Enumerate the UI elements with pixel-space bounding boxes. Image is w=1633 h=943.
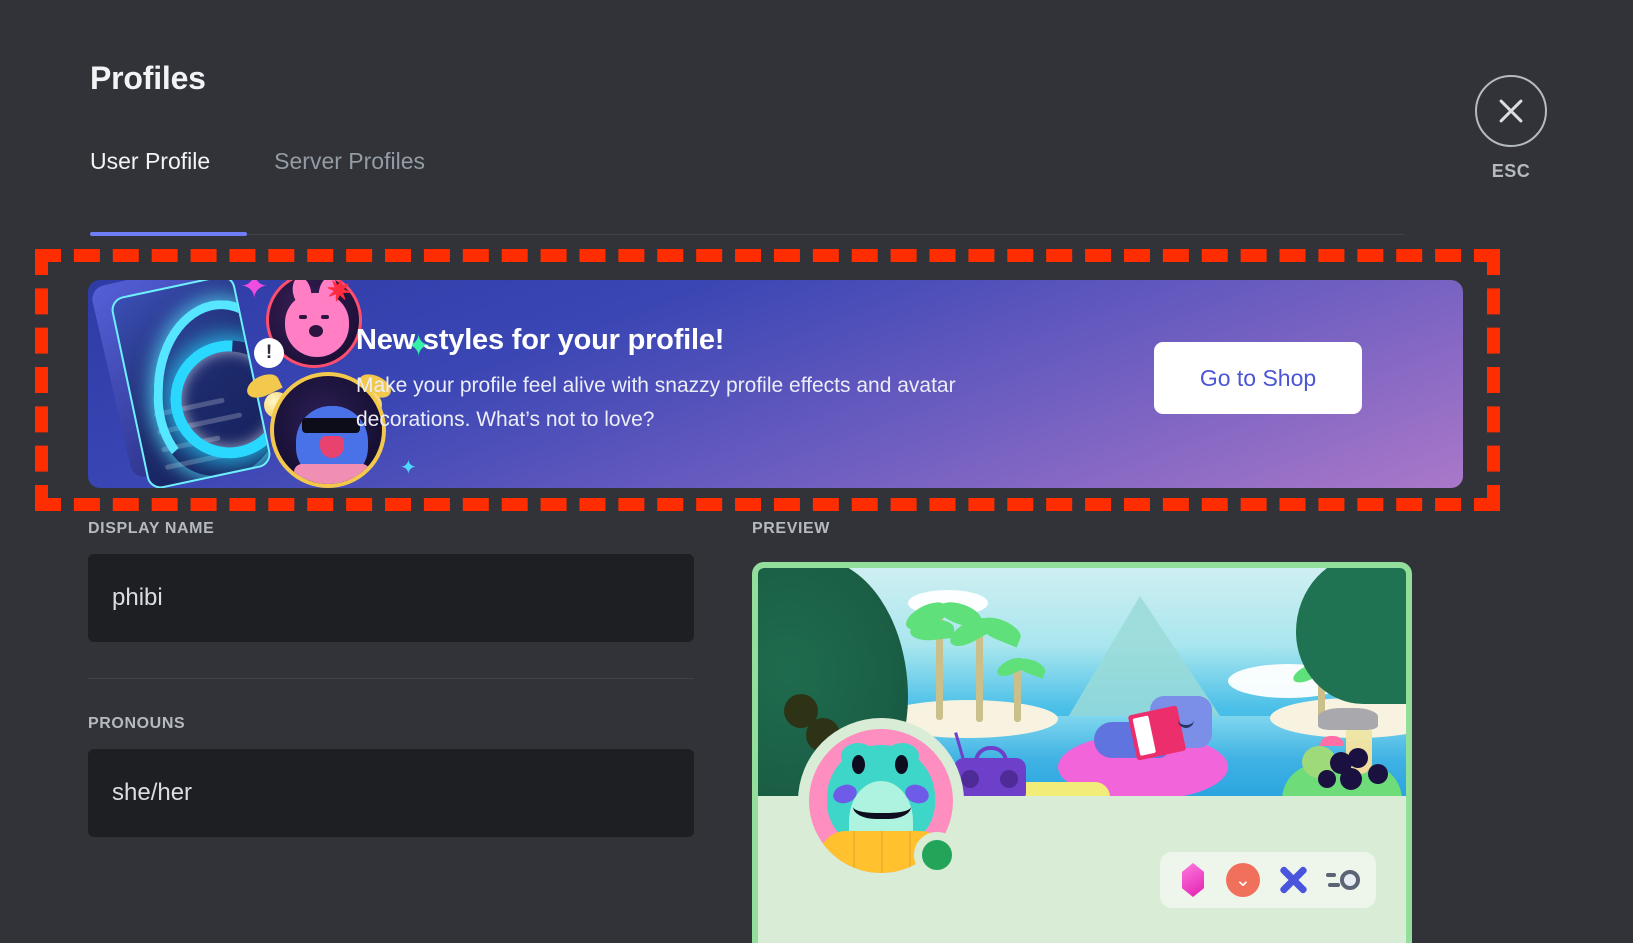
profile-preview-card[interactable]: ⌄	[752, 562, 1412, 943]
profile-form-column: DISPLAY NAME Display Name PRONOUNS Add y…	[88, 520, 698, 837]
close-icon	[1499, 99, 1523, 123]
page-title: Profiles	[90, 60, 206, 96]
dark-flowers	[1310, 748, 1400, 796]
active-tab-indicator	[90, 232, 247, 236]
speed-orb-badge[interactable]	[1326, 863, 1360, 897]
profile-tabs: User Profile Server Profiles	[90, 148, 425, 221]
close-button[interactable]	[1475, 75, 1547, 147]
promo-title: New styles for your profile!	[356, 324, 725, 356]
preview-label: PREVIEW	[752, 520, 830, 537]
profile-styles-promo-banner[interactable]: ✦ ✷ ! ✦ ✦ New styles for your profile! M…	[88, 280, 1463, 488]
avatar[interactable]	[798, 718, 964, 884]
crossed-tools-badge[interactable]	[1276, 863, 1310, 897]
pronouns-placeholder: Add your pronouns	[694, 733, 695, 734]
nitro-chevron-badge[interactable]: ⌄	[1226, 863, 1260, 897]
profiles-settings-page: Profiles User Profile Server Profiles ES…	[0, 0, 1633, 943]
blue-character-reading	[1094, 696, 1212, 761]
close-modal-control[interactable]: ESC	[1475, 75, 1547, 182]
promo-artwork: ✦ ✷ ! ✦ ✦	[88, 280, 431, 488]
sparkle-blue-icon: ✦	[400, 457, 417, 479]
profile-badges: ⌄	[1160, 852, 1376, 908]
esc-label: ESC	[1491, 161, 1531, 181]
display-name-label: DISPLAY NAME	[88, 520, 215, 537]
sparkle-icon: ✦	[240, 280, 269, 306]
tab-server-profiles[interactable]: Server Profiles	[274, 148, 425, 221]
exclamation-bubble-icon: !	[254, 338, 284, 368]
promo-subtitle: Make your profile feel alive with snazzy…	[356, 374, 956, 432]
boombox-icon	[954, 732, 1026, 796]
tabs-divider	[90, 234, 1405, 235]
gem-badge[interactable]	[1176, 863, 1210, 897]
tab-user-profile[interactable]: User Profile	[90, 148, 210, 221]
display-name-input[interactable]	[88, 554, 694, 642]
display-name-placeholder: Display Name	[694, 538, 695, 539]
drink-umbrella	[1320, 736, 1344, 746]
go-to-shop-button[interactable]: Go to Shop	[1154, 342, 1362, 414]
profile-preview-column: PREVIEW ⌄	[752, 520, 1416, 943]
promo-text-block: New styles for your profile! Make your p…	[356, 324, 1056, 437]
pronouns-input[interactable]	[88, 749, 694, 837]
status-badge	[914, 832, 960, 878]
pronouns-label: PRONOUNS	[88, 715, 186, 732]
